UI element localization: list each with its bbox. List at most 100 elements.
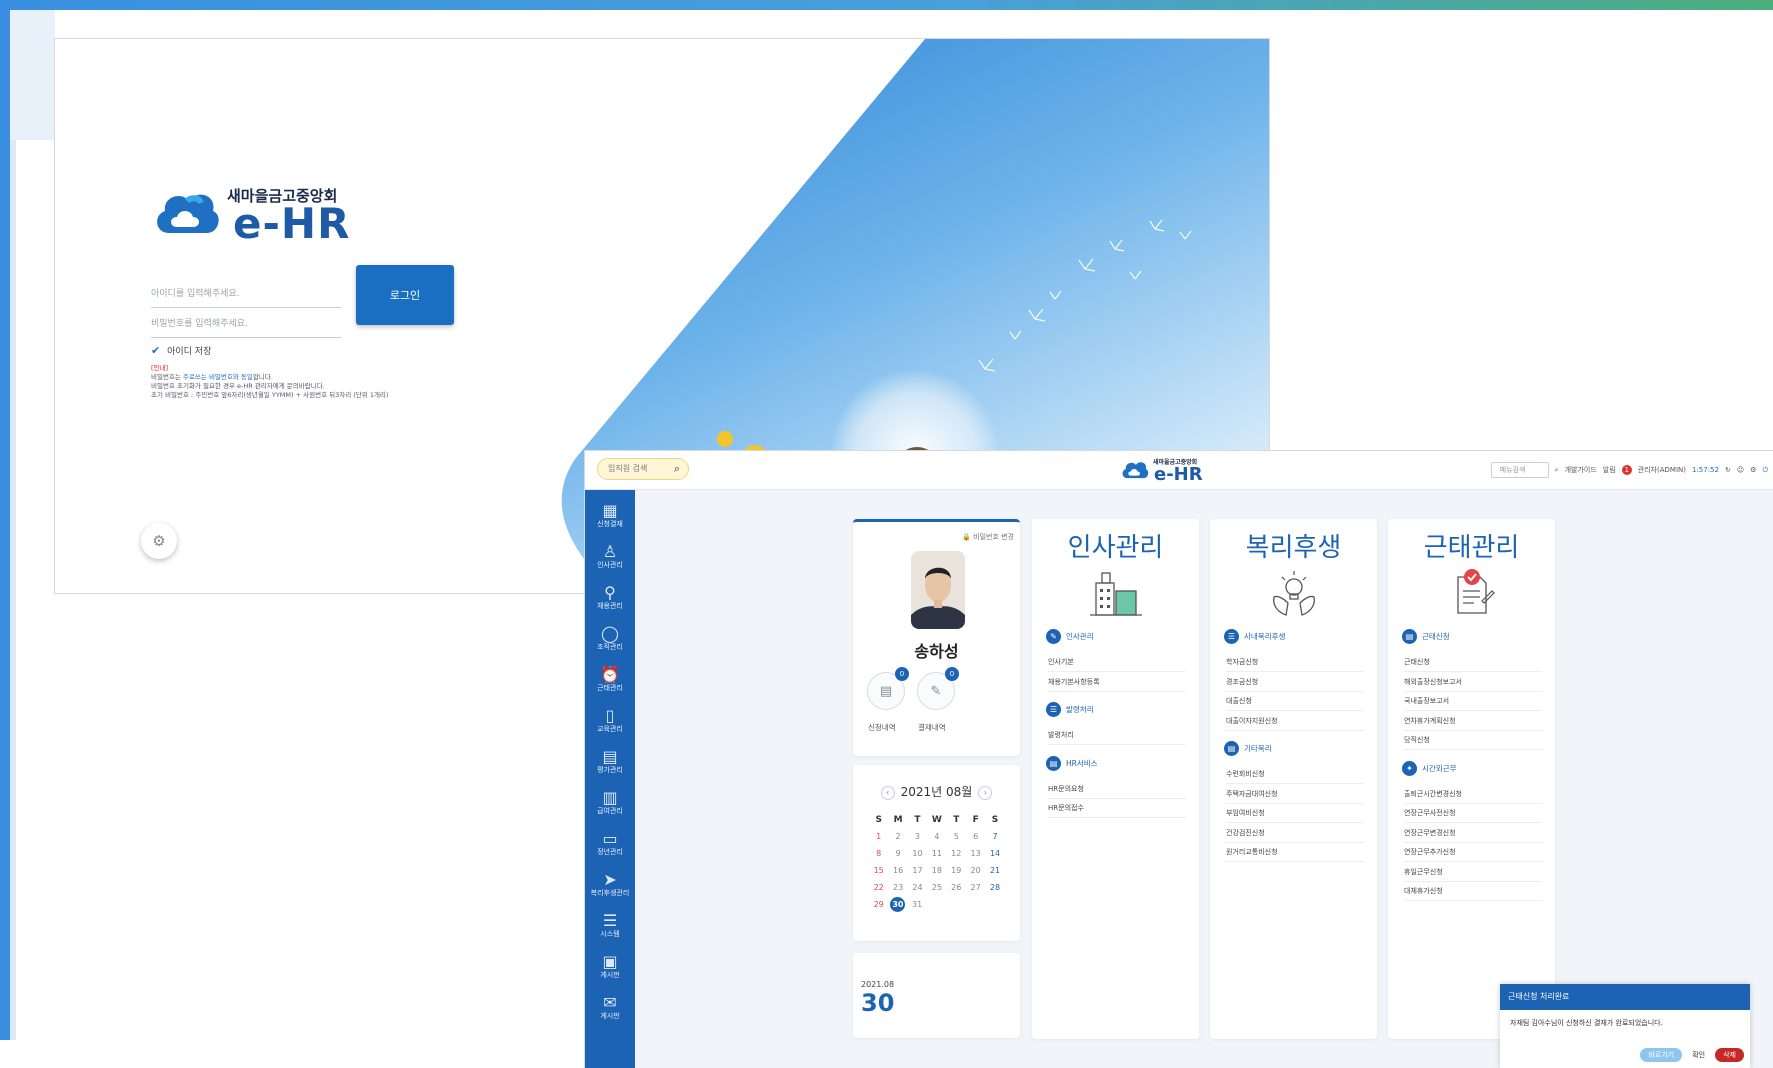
lnb-item-0[interactable]: ▦ 신청결재 bbox=[585, 502, 635, 529]
lnb-item-9[interactable]: ➤ 복리후생관리 bbox=[585, 871, 635, 898]
calendar-day[interactable]: 25 bbox=[927, 883, 946, 892]
calendar-day[interactable]: 19 bbox=[947, 866, 966, 875]
calendar-day[interactable]: 15 bbox=[869, 866, 888, 875]
calendar-day[interactable]: 10 bbox=[908, 849, 927, 858]
menu-item[interactable]: 해외출장신청보고서 bbox=[1404, 677, 1542, 692]
menu-item[interactable]: 연장근무변경신청 bbox=[1404, 828, 1542, 843]
lnb-item-1[interactable]: ♙ 인사관리 bbox=[585, 543, 635, 570]
calendar-day[interactable]: 17 bbox=[908, 866, 927, 875]
save-id-checkbox[interactable]: ✔ 아이디 저장 bbox=[151, 344, 211, 357]
gear-icon[interactable]: ⚙ bbox=[1750, 466, 1756, 474]
section-header[interactable]: ▤ 기타복리 bbox=[1224, 741, 1272, 756]
menu-item[interactable]: 경조금신청 bbox=[1226, 677, 1364, 692]
calendar-day[interactable]: 8 bbox=[869, 849, 888, 858]
alarm-link[interactable]: 알림 bbox=[1603, 465, 1616, 475]
user-icon[interactable]: ☺ bbox=[1737, 466, 1744, 474]
header-logo[interactable]: 새마을금고중앙회 e-HR bbox=[1120, 456, 1203, 486]
menu-item[interactable]: HR문의접수 bbox=[1048, 803, 1186, 818]
calendar-day[interactable]: 13 bbox=[966, 849, 985, 858]
refresh-icon[interactable]: ↻ bbox=[1725, 466, 1731, 474]
calendar-day[interactable]: 7 bbox=[985, 832, 1004, 841]
calendar-day[interactable]: 26 bbox=[947, 883, 966, 892]
menu-item[interactable]: 근태신청 bbox=[1404, 657, 1542, 672]
calendar-day[interactable]: 11 bbox=[927, 849, 946, 858]
calendar-day[interactable]: 1 bbox=[869, 832, 888, 841]
menu-item[interactable]: 부임여비신청 bbox=[1226, 808, 1364, 823]
prev-month-icon[interactable]: ‹ bbox=[880, 785, 895, 800]
employee-search-input[interactable]: 임직원 검색 ⌕ bbox=[597, 458, 689, 480]
calendar-day[interactable]: 9 bbox=[888, 849, 907, 858]
calendar-day[interactable]: 5 bbox=[947, 832, 966, 841]
lnb-item-6[interactable]: ▤ 평가관리 bbox=[585, 748, 635, 775]
settings-gear-icon[interactable]: ⚙ bbox=[141, 523, 177, 559]
section-header[interactable]: ☰ 사내복리후생 bbox=[1224, 629, 1285, 644]
calendar-day[interactable]: 4 bbox=[927, 832, 946, 841]
menu-item[interactable]: 주택자금대여신청 bbox=[1226, 789, 1364, 804]
menu-item[interactable]: 휴일근무신청 bbox=[1404, 867, 1542, 882]
lnb-item-7[interactable]: ▥ 급여관리 bbox=[585, 789, 635, 816]
section-header[interactable]: ▤ HR서비스 bbox=[1046, 755, 1098, 771]
lnb-item-8[interactable]: ▭ 정년관리 bbox=[585, 830, 635, 857]
calendar-day[interactable]: 16 bbox=[888, 866, 907, 875]
calendar-day[interactable]: 22 bbox=[869, 883, 888, 892]
calendar-day[interactable]: 30 bbox=[890, 897, 906, 912]
menu-item[interactable]: 학자금신청 bbox=[1226, 657, 1364, 672]
calendar-day[interactable]: 6 bbox=[966, 832, 985, 841]
menu-item[interactable]: 발령처리 bbox=[1048, 730, 1186, 745]
lnb-item-3[interactable]: ◯ 조직관리 bbox=[585, 625, 635, 652]
lnb-item-12[interactable]: ✉ 게시판 bbox=[585, 994, 635, 1021]
menu-item[interactable]: 국내출장보고서 bbox=[1404, 696, 1542, 711]
user-name[interactable]: 관리자(ADMIN) bbox=[1638, 465, 1686, 475]
lnb-item-2[interactable]: ⚲ 채용관리 bbox=[585, 584, 635, 611]
calendar-day[interactable]: 3 bbox=[908, 832, 927, 841]
menu-item[interactable]: 당직신청 bbox=[1404, 735, 1542, 750]
menu-item[interactable]: 연장근무추가신청 bbox=[1404, 847, 1542, 862]
menu-item[interactable]: 수련회비신청 bbox=[1226, 769, 1364, 784]
menu-item[interactable]: 원거리교통비신청 bbox=[1226, 847, 1364, 862]
calendar-day[interactable]: 20 bbox=[966, 866, 985, 875]
calendar-day[interactable]: 12 bbox=[947, 849, 966, 858]
section-header[interactable]: ▤ 근태신청 bbox=[1402, 629, 1450, 644]
menu-item[interactable]: 대체휴가신청 bbox=[1404, 886, 1542, 901]
lnb-item-5[interactable]: ▯ 교육관리 bbox=[585, 707, 635, 734]
calendar-day[interactable]: 27 bbox=[966, 883, 985, 892]
calendar-day[interactable]: 21 bbox=[985, 866, 1004, 875]
toast-goto-button[interactable]: 바로가기 bbox=[1640, 1048, 1683, 1062]
calendar-day[interactable]: 24 bbox=[908, 883, 927, 892]
lnb-item-4[interactable]: ⏰ 근태관리 bbox=[585, 666, 635, 693]
calendar-day[interactable]: 31 bbox=[907, 900, 926, 909]
calendar-day[interactable]: 28 bbox=[985, 883, 1004, 892]
calendar-day[interactable]: 18 bbox=[927, 866, 946, 875]
toast-ok-button[interactable]: 확인 bbox=[1688, 1048, 1709, 1062]
menu-item[interactable]: 인사기본 bbox=[1048, 657, 1186, 672]
search-icon[interactable]: ⌕ bbox=[674, 459, 680, 479]
password-input[interactable]: 비밀번호를 입력해주세요. bbox=[151, 314, 341, 338]
lnb-item-11[interactable]: ▣ 게시판 bbox=[585, 953, 635, 980]
login-button[interactable]: 로그인 bbox=[356, 265, 454, 325]
calendar-day[interactable]: 2 bbox=[888, 832, 907, 841]
next-month-icon[interactable]: › bbox=[978, 785, 993, 800]
lnb-item-10[interactable]: ☰ 시스템 bbox=[585, 912, 635, 939]
section-header[interactable]: ☰ 발령처리 bbox=[1046, 702, 1094, 717]
calendar-day[interactable]: 23 bbox=[888, 883, 907, 892]
menu-item[interactable]: 대출신청 bbox=[1226, 696, 1364, 711]
password-change-link[interactable]: 🔒 비밀번호 변경 bbox=[962, 532, 1014, 542]
menu-item[interactable]: 연장근무사전신청 bbox=[1404, 808, 1542, 823]
section-header[interactable]: ✎ 인사관리 bbox=[1046, 629, 1094, 644]
menu-item[interactable]: 채용기본사항등록 bbox=[1048, 677, 1186, 692]
menu-item[interactable]: HR문의요청 bbox=[1048, 784, 1186, 799]
menu-item[interactable]: 대출이자지원신청 bbox=[1226, 716, 1364, 731]
section-header[interactable]: ✦ 시간외근무 bbox=[1402, 760, 1457, 776]
calendar-day[interactable]: 14 bbox=[985, 849, 1004, 858]
menu-item[interactable]: 연차휴가계획신청 bbox=[1404, 716, 1542, 731]
dev-guide-link[interactable]: 개발가이드 bbox=[1565, 465, 1597, 475]
calendar-day[interactable]: 29 bbox=[869, 900, 888, 909]
id-input[interactable]: 아이디를 입력해주세요. bbox=[151, 284, 341, 308]
menu-item[interactable]: 건강검진신청 bbox=[1226, 828, 1364, 843]
toast-delete-button[interactable]: 삭제 bbox=[1715, 1048, 1744, 1062]
section-icon: ✎ bbox=[1046, 629, 1061, 644]
menu-search-input[interactable]: 메뉴검색 bbox=[1490, 462, 1549, 478]
menu-item[interactable]: 출퇴근시간변경신청 bbox=[1404, 789, 1542, 804]
power-icon[interactable]: ⏻ bbox=[1762, 466, 1768, 475]
search-icon[interactable]: ⌕ bbox=[1555, 466, 1559, 475]
